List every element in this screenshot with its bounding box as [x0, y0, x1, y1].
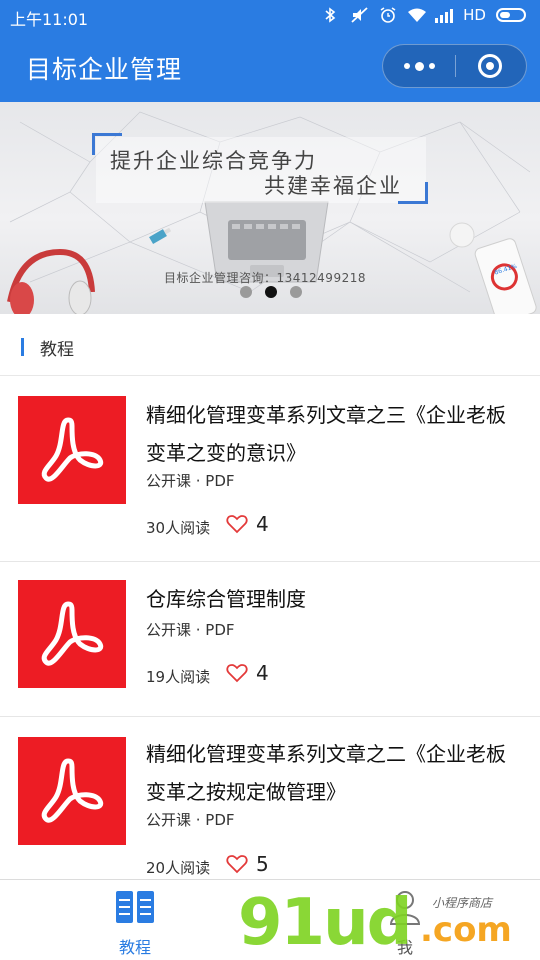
article-thumbnail	[18, 580, 126, 688]
like-count: 4	[256, 512, 269, 536]
article-read-count: 20人阅读	[146, 859, 211, 877]
like-count: 5	[256, 852, 269, 876]
tab-label: 教程	[118, 938, 151, 957]
capsule-divider	[455, 55, 456, 77]
carousel-dot-active[interactable]	[265, 286, 277, 298]
status-icons: HD	[323, 6, 526, 24]
pdf-icon	[41, 758, 104, 823]
banner-subheadline: 共建幸福企业	[264, 174, 402, 198]
article-thumbnail	[18, 396, 126, 504]
phone-illustration: 86.41%	[474, 238, 537, 314]
article-meta: 公开课 · PDF	[146, 811, 235, 829]
article-item[interactable]: 仓库综合管理制度 公开课 · PDF 19人阅读 4	[0, 562, 540, 716]
banner-contact: 目标企业管理咨询：13412499218	[164, 271, 366, 285]
more-dot-icon	[428, 63, 435, 69]
pdf-icon	[41, 417, 104, 482]
alarm-icon	[379, 7, 397, 23]
battery-icon	[496, 8, 526, 22]
like-button[interactable]: 4	[226, 661, 269, 685]
watermark-logo: 91ud	[238, 886, 412, 960]
article-thumbnail	[18, 737, 126, 845]
heart-icon	[226, 855, 248, 874]
banner-corner-decoration	[398, 182, 428, 204]
like-button[interactable]: 4	[226, 512, 269, 536]
heart-icon	[226, 515, 248, 534]
section-title: 教程	[40, 340, 74, 360]
heart-icon	[226, 664, 248, 683]
carousel-dot[interactable]	[290, 286, 302, 298]
book-icon	[116, 891, 154, 923]
network-type: HD	[463, 6, 486, 24]
like-count: 4	[256, 661, 269, 685]
article-title: 仓库综合管理制度	[146, 587, 306, 611]
article-meta: 公开课 · PDF	[146, 621, 235, 639]
watermark-domain: .com	[420, 910, 512, 950]
pdf-icon	[41, 601, 104, 666]
status-bar: 上午11:01 HD	[0, 0, 540, 32]
miniprogram-capsule	[382, 44, 527, 88]
more-menu-button[interactable]	[383, 45, 455, 87]
banner-carousel[interactable]: 86.41% 提升企业综合竞争力 共建幸福企业 目标企业管理咨询：1341249…	[0, 102, 540, 314]
bluetooth-icon	[323, 7, 341, 23]
signal-icon	[435, 7, 454, 23]
headphones-illustration	[7, 248, 95, 314]
article-read-count: 30人阅读	[146, 519, 211, 537]
watermark-tagline: 小程序商店	[432, 896, 493, 910]
article-meta: 公开课 · PDF	[146, 472, 235, 490]
more-dot-icon	[403, 63, 410, 69]
tab-tutorials[interactable]: 教程	[75, 888, 195, 958]
more-dot-icon	[414, 61, 424, 71]
carousel-dot[interactable]	[240, 286, 252, 298]
wifi-icon	[407, 7, 427, 23]
article-item[interactable]: 精细化管理变革系列文章之三《企业老板变革之变的意识》 公开课 · PDF 30人…	[0, 377, 540, 561]
close-miniprogram-button[interactable]	[478, 54, 502, 78]
like-button[interactable]: 5	[226, 852, 269, 876]
section-accent-bar	[21, 338, 24, 356]
carousel-indicators	[240, 286, 302, 298]
status-time: 上午11:01	[10, 10, 89, 29]
page-title: 目标企业管理	[26, 55, 183, 84]
article-title: 精细化管理变革系列文章之二《企业老板变革之按规定做管理》	[146, 742, 506, 804]
article-title: 精细化管理变革系列文章之三《企业老板变革之变的意识》	[146, 403, 506, 465]
article-item[interactable]: 精细化管理变革系列文章之二《企业老板变革之按规定做管理》 公开课 · PDF 2…	[0, 717, 540, 879]
article-read-count: 19人阅读	[146, 668, 211, 686]
section-header: 教程	[0, 314, 540, 376]
navigation-bar: 目标企业管理	[0, 32, 540, 102]
mute-icon	[351, 7, 369, 23]
